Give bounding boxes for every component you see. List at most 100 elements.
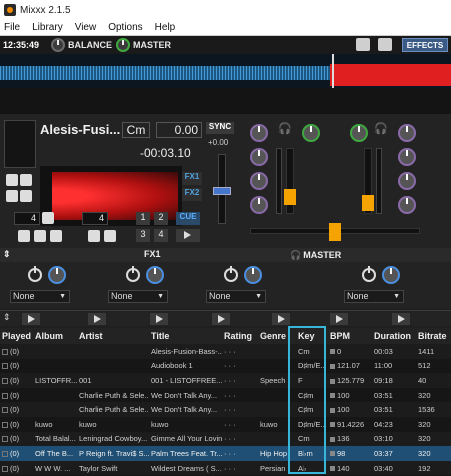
bpm-lock-icon[interactable] <box>330 349 335 355</box>
master-gain-knob[interactable] <box>116 38 131 52</box>
reloop-icon[interactable] <box>50 230 62 242</box>
play-button[interactable] <box>176 229 200 242</box>
power-icon[interactable] <box>126 266 140 282</box>
effect-select-3[interactable]: None ▼ <box>206 290 266 303</box>
rewind-icon[interactable] <box>6 174 18 186</box>
power-icon[interactable] <box>224 266 238 282</box>
pitch-slider-handle[interactable] <box>213 187 231 195</box>
eject-icon[interactable] <box>6 190 18 202</box>
menu-library[interactable]: Library <box>32 22 63 33</box>
eq-high-knob-1[interactable] <box>250 148 268 166</box>
menu-file[interactable]: File <box>4 22 20 33</box>
bpm-lock-icon[interactable] <box>330 393 335 399</box>
played-checkbox[interactable] <box>2 465 8 472</box>
column-title[interactable]: Title <box>149 331 222 341</box>
bpm-lock-icon[interactable] <box>330 451 335 457</box>
table-row[interactable]: (0) W W W. ... Taylor Swift Wildest Dreams … <box>0 460 451 476</box>
hotcue-3[interactable]: 3 <box>136 229 150 242</box>
column-album[interactable]: Album <box>33 331 77 341</box>
column-key[interactable]: Key <box>296 331 328 341</box>
eq-low-knob-2[interactable] <box>398 196 416 214</box>
eq-low-knob-1[interactable] <box>250 196 268 214</box>
beatjump-size[interactable]: 4 <box>82 212 108 225</box>
table-row[interactable]: (0) Charlie Puth & Sele... We Don't Talk A… <box>0 388 451 403</box>
loop-out-icon[interactable] <box>34 230 46 242</box>
column-bitrate[interactable]: Bitrate <box>416 331 451 341</box>
sampler-play-1[interactable] <box>22 313 40 325</box>
effect-meta-knob-2[interactable] <box>146 266 164 284</box>
music-note-icon[interactable] <box>20 190 32 202</box>
balance-knob[interactable] <box>51 38 66 52</box>
effect-select-1[interactable]: None ▼ <box>10 290 70 303</box>
pitch-slider[interactable] <box>213 154 231 224</box>
table-row[interactable]: (0) Total Balal... Leningrad Cowboy... Gimm… <box>0 431 451 447</box>
effect-select-2[interactable]: None ▼ <box>108 290 168 303</box>
column-genre[interactable]: Genre <box>258 331 296 341</box>
master-toggle[interactable]: 🎧 MASTER <box>290 248 341 262</box>
sampler-play-7[interactable] <box>392 313 410 325</box>
table-row[interactable]: (0) Audiobook 1 · · · D♯m/E... 121.07 11:00 51… <box>0 359 451 374</box>
bpm-lock-icon[interactable] <box>330 363 335 369</box>
bpm-lock-icon[interactable] <box>330 436 335 442</box>
table-row[interactable]: (0) LISTOFFR... 001 001 - LISTOFFREE... · · … <box>0 373 451 388</box>
sampler-play-6[interactable] <box>330 313 348 325</box>
played-checkbox[interactable] <box>2 450 8 457</box>
sampler-play-4[interactable] <box>212 313 230 325</box>
column-played[interactable]: Played <box>0 331 33 341</box>
fx2-toggle[interactable]: FX2 <box>182 188 202 201</box>
eq-high-knob-2[interactable] <box>398 148 416 166</box>
gain-knob-4[interactable] <box>398 124 416 142</box>
headphone-icon-1[interactable]: 🎧 <box>278 122 292 136</box>
played-checkbox[interactable] <box>2 348 8 355</box>
bpm-lock-icon[interactable] <box>330 466 335 472</box>
gain-knob-2[interactable] <box>302 124 320 142</box>
played-checkbox[interactable] <box>2 407 8 414</box>
volume-fader-1[interactable] <box>284 148 296 214</box>
loop-size[interactable]: 4 <box>14 212 40 225</box>
gain-knob-1[interactable] <box>250 124 268 142</box>
crossfader[interactable] <box>250 223 420 241</box>
sampler-play-3[interactable] <box>150 313 168 325</box>
power-icon[interactable] <box>362 266 376 282</box>
column-artist[interactable]: Artist <box>77 331 149 341</box>
played-checkbox[interactable] <box>2 363 8 370</box>
played-checkbox[interactable] <box>2 378 8 384</box>
volume-fader-2[interactable] <box>362 148 374 214</box>
headphone-icon-2[interactable]: 🎧 <box>374 122 388 136</box>
eq-mid-knob-2[interactable] <box>398 172 416 190</box>
effects-button[interactable]: EFFECTS <box>402 38 448 52</box>
vinyl-control-icon[interactable] <box>378 38 392 51</box>
loop-in-icon[interactable] <box>18 230 30 242</box>
bpm-lock-icon[interactable] <box>330 378 335 384</box>
column-duration[interactable]: Duration <box>372 331 416 341</box>
sampler-play-5[interactable] <box>272 313 290 325</box>
menu-options[interactable]: Options <box>108 22 142 33</box>
volume-fader-handle-1[interactable] <box>284 189 296 205</box>
hotcue-1[interactable]: 1 <box>136 212 150 225</box>
collapse-icon[interactable]: ⇕ <box>3 312 11 323</box>
menu-view[interactable]: View <box>75 22 97 33</box>
bpm-lock-icon[interactable] <box>330 422 335 428</box>
table-row[interactable]: (0) Off The B... P Reign ft. Travi$ S... Pa… <box>0 446 451 461</box>
beatjump-back-icon[interactable] <box>88 230 100 242</box>
bpm-lock-icon[interactable] <box>330 407 335 413</box>
effect-select-4[interactable]: None ▼ <box>344 290 404 303</box>
loop-icon[interactable] <box>42 212 54 224</box>
cue-button[interactable]: CUE <box>176 212 200 225</box>
effect-meta-knob-4[interactable] <box>382 266 400 284</box>
sync-button[interactable]: SYNC <box>206 122 234 134</box>
table-row[interactable]: (0) Charlie Puth & Sele... We Don't Talk A… <box>0 402 451 417</box>
sampler-play-2[interactable] <box>88 313 106 325</box>
table-row[interactable]: (0) kuwo kuwo kuwo · · · kuwo D♯m/E... 91.4226 0… <box>0 417 451 432</box>
beatjump-forward-icon[interactable] <box>104 230 116 242</box>
menu-help[interactable]: Help <box>155 22 176 33</box>
played-checkbox[interactable] <box>2 421 8 428</box>
reverse-icon[interactable] <box>20 174 32 186</box>
effect-meta-knob-1[interactable] <box>48 266 66 284</box>
collapse-icon[interactable]: ⇕ <box>3 249 11 260</box>
waveform-overview[interactable] <box>0 54 451 114</box>
played-checkbox[interactable] <box>2 392 8 399</box>
played-checkbox[interactable] <box>2 436 8 443</box>
hotcue-4[interactable]: 4 <box>154 229 168 242</box>
power-icon[interactable] <box>28 266 42 282</box>
